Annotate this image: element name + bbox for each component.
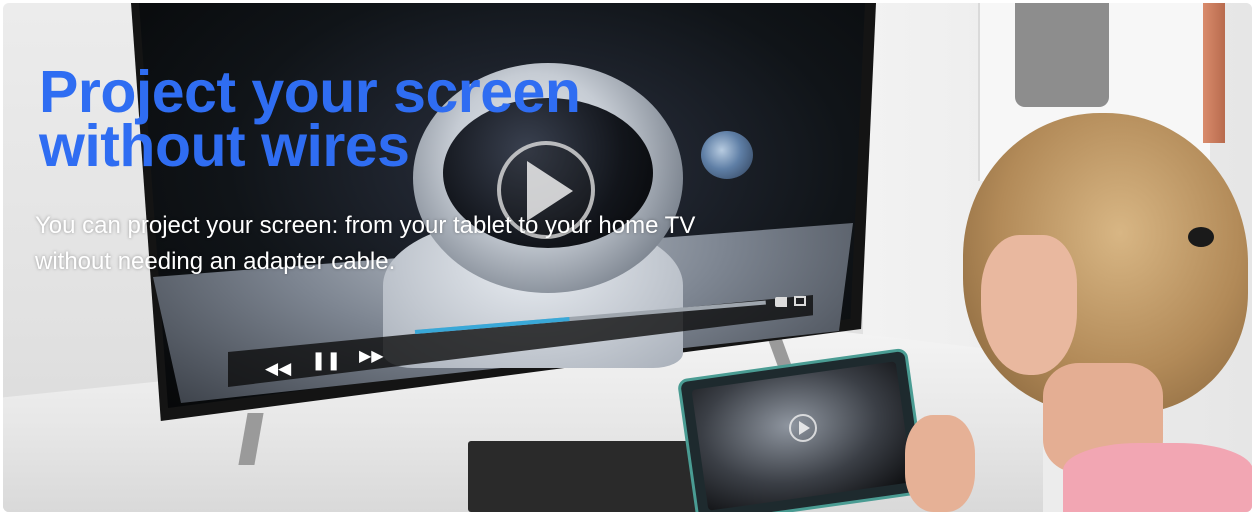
- volume-icon[interactable]: [775, 297, 787, 307]
- banner-subtext: You can project your screen: from your t…: [35, 212, 696, 275]
- hand: [905, 415, 975, 512]
- pause-icon[interactable]: ❚❚: [311, 350, 341, 371]
- tablet-play-triangle-icon: [799, 421, 810, 435]
- fast-forward-icon[interactable]: ▶▶: [359, 346, 384, 365]
- earth-planet: [701, 131, 753, 179]
- banner-headline: Project your screen without wires: [39, 59, 581, 179]
- hair-tie: [1188, 227, 1214, 247]
- hero-banner: ◀◀ ❚❚ ▶▶ Project your screen without wir…: [3, 3, 1252, 512]
- fullscreen-icon[interactable]: [794, 296, 806, 306]
- woman-face: [981, 235, 1077, 375]
- door-frame: [1203, 3, 1225, 143]
- rewind-icon[interactable]: ◀◀: [265, 359, 291, 379]
- stand-compartment: [468, 441, 718, 512]
- woman-shirt: [1063, 443, 1252, 512]
- cabinet-window: [1015, 3, 1109, 107]
